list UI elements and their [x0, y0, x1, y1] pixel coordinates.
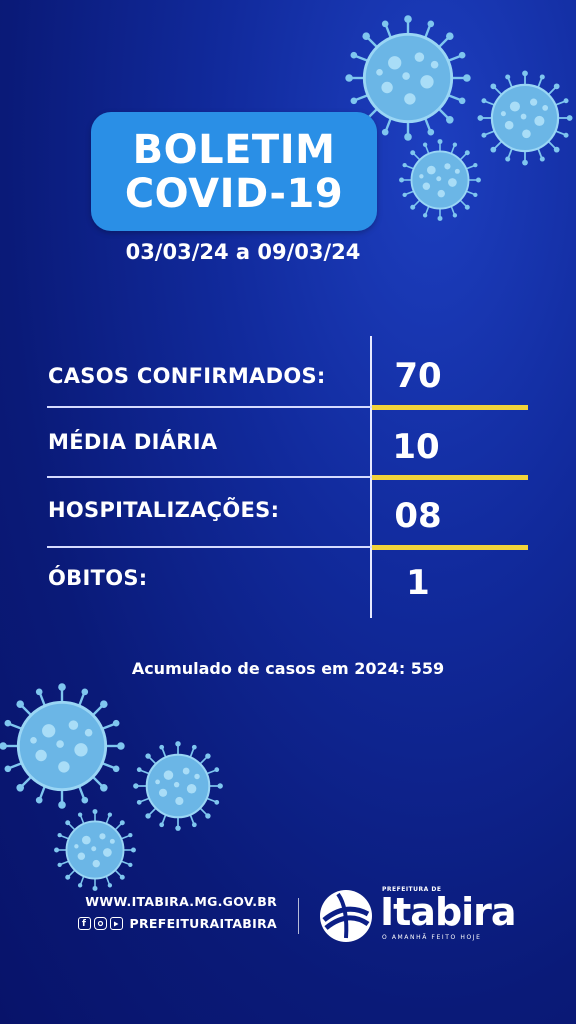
youtube-icon[interactable]	[109, 917, 123, 930]
facebook-icon[interactable]: f	[77, 917, 91, 930]
stat-value-deaths: 1	[406, 563, 430, 603]
stat-value-daily-average: 10	[392, 427, 440, 467]
social-handle[interactable]: PREFEITURAITABIRA	[130, 916, 278, 931]
stat-label-hospitalizations: HOSPITALIZAÇÕES:	[48, 498, 280, 522]
instagram-icon[interactable]	[93, 917, 107, 930]
stat-label-daily-average: MÉDIA DIÁRIA	[48, 430, 218, 454]
row-divider	[47, 546, 372, 548]
stat-label-deaths: ÓBITOS:	[48, 566, 148, 590]
logo-tagline: O AMANHÃ FEITO HOJE	[382, 934, 482, 941]
stats-table: CASOS CONFIRMADOS: 70 MÉDIA DIÁRIA 10 HO…	[0, 0, 576, 1024]
footer-divider	[298, 898, 299, 934]
footer-contacts: WWW.ITABIRA.MG.GOV.BR f PREFEITURAITABIR…	[72, 894, 277, 931]
accumulated-cases: Acumulado de casos em 2024: 559	[131, 659, 445, 678]
row-divider	[47, 476, 372, 478]
social-row: f PREFEITURAITABIRA	[72, 916, 277, 931]
globe-logo-icon	[320, 890, 372, 942]
row-divider	[47, 406, 372, 408]
stat-value-hospitalizations: 08	[394, 496, 442, 536]
stat-value-confirmed: 70	[394, 356, 442, 396]
website-link[interactable]: WWW.ITABIRA.MG.GOV.BR	[72, 894, 277, 909]
row-divider-accent	[372, 545, 528, 550]
row-divider-accent	[372, 475, 528, 480]
itabira-logo: PREFEITURA DE Itabira O AMANHÃ FEITO HOJ…	[318, 886, 518, 946]
row-divider-accent	[372, 405, 528, 410]
stat-label-confirmed: CASOS CONFIRMADOS:	[48, 364, 326, 388]
logo-name: Itabira	[380, 890, 517, 934]
